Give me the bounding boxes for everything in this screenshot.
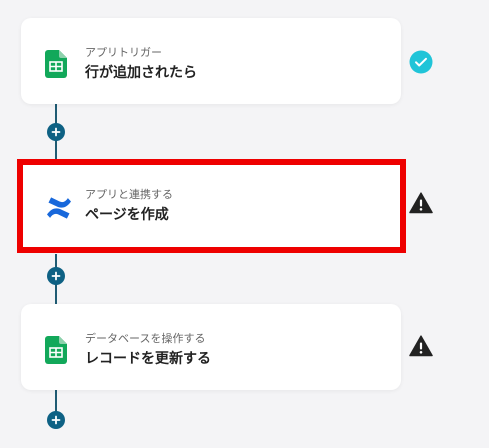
flow-step-card-create-page[interactable]: アプリと連携する ページを作成 — [17, 159, 406, 253]
warning-icon — [409, 191, 433, 215]
step-subtitle: データベースを操作する — [85, 332, 206, 345]
flow-canvas: アプリトリガー 行が追加されたら アプリと連携する ページを作成 データベースを… — [0, 0, 489, 448]
step-title: レコードを更新する — [85, 351, 211, 367]
plus-icon — [51, 271, 61, 281]
step-title: 行が追加されたら — [85, 65, 197, 81]
add-step-button[interactable] — [47, 267, 65, 285]
check-circle-icon — [409, 50, 433, 74]
plus-icon — [51, 127, 61, 137]
warning-icon — [409, 334, 433, 358]
add-step-button[interactable] — [47, 411, 65, 429]
step-subtitle: アプリと連携する — [85, 188, 173, 201]
google-sheets-icon — [45, 336, 67, 364]
plus-icon — [51, 415, 61, 425]
confluence-icon — [47, 197, 71, 219]
flow-step-card-trigger[interactable]: アプリトリガー 行が追加されたら — [21, 18, 401, 104]
google-sheets-icon — [45, 50, 67, 78]
step-title: ページを作成 — [85, 207, 169, 223]
add-step-button[interactable] — [47, 123, 65, 141]
flow-step-card-update-record[interactable]: データベースを操作する レコードを更新する — [21, 304, 401, 390]
step-subtitle: アプリトリガー — [85, 46, 162, 59]
